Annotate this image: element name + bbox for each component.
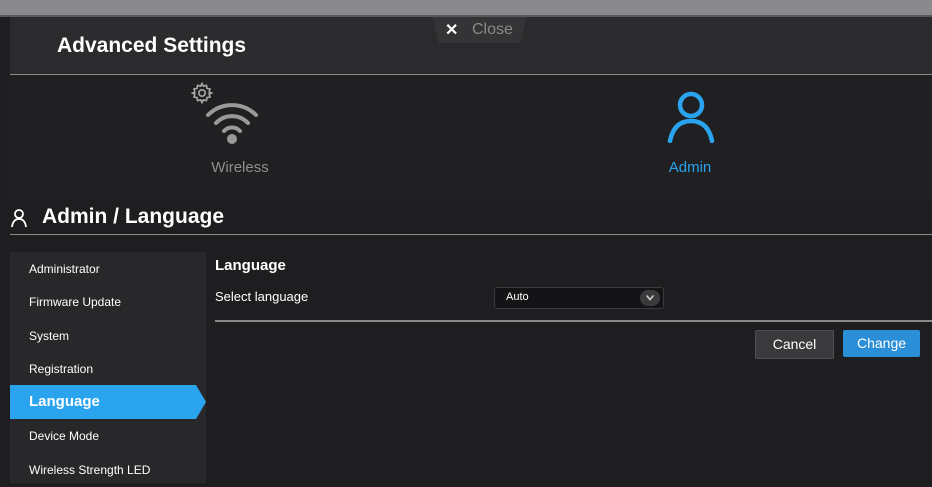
cancel-button[interactable]: Cancel [755,330,834,359]
sidebar-item-label: Wireless Strength LED [29,463,151,477]
content-title: Language [215,257,286,274]
language-select-value: Auto [506,291,529,303]
nav-admin-label: Admin [668,159,712,176]
active-item-pointer [196,385,206,419]
nav-admin[interactable]: Admin [640,75,740,185]
close-button[interactable]: ✕ Close [432,17,527,43]
chevron-down-icon[interactable] [640,290,660,306]
change-button[interactable]: Change [843,330,920,357]
sidebar-item-administrator[interactable]: Administrator [10,252,206,286]
sidebar-item-firmware-update[interactable]: Firmware Update [10,285,206,319]
sidebar-item-label: Firmware Update [29,295,122,309]
nav-wireless[interactable]: Wireless [180,75,300,185]
category-icon-bar: Wireless Admin [10,75,932,200]
sidebar-item-label: Administrator [29,262,100,276]
top-strip [0,0,932,16]
chevron-glyph [646,295,654,301]
content-divider [215,320,932,322]
sidebar-item-device-mode[interactable]: Device Mode [10,419,206,453]
sidebar-item-label: Device Mode [29,429,100,443]
sidebar-item-wireless-strength-led[interactable]: Wireless Strength LED [10,453,206,487]
sidebar-item-language[interactable]: Language [10,385,206,419]
admin-sidebar: Administrator Firmware Update System Reg… [10,252,206,483]
user-icon [11,209,27,228]
sidebar-item-label: Registration [29,362,94,376]
language-select[interactable]: Auto [494,287,664,309]
sidebar-item-label: Language [29,393,100,410]
admin-user-icon [667,91,715,143]
nav-wireless-label: Wireless [211,159,269,176]
sidebar-item-system[interactable]: System [10,319,206,353]
close-icon: ✕ [445,22,459,39]
sidebar-item-registration[interactable]: Registration [10,352,206,386]
sidebar-item-label: System [29,329,70,343]
select-language-label: Select language [215,289,309,304]
wifi-icon [206,103,258,144]
section-title: Admin / Language [42,205,225,228]
section-divider [10,234,932,235]
close-label: Close [472,21,513,38]
page-title: Advanced Settings [57,34,247,57]
